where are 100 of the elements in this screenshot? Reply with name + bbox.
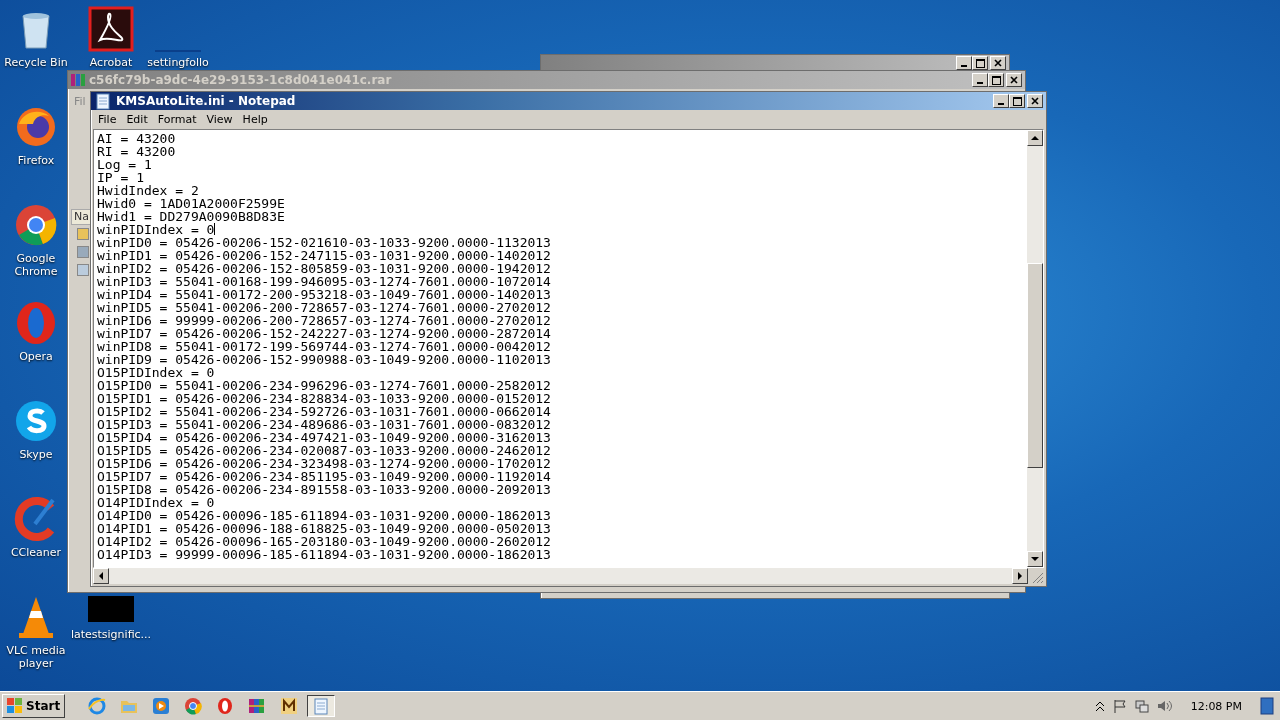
speaker-icon[interactable] <box>1156 699 1173 713</box>
menu-item[interactable]: Help <box>237 113 273 126</box>
menu-item[interactable]: Edit <box>121 113 153 126</box>
scroll-thumb[interactable] <box>1027 263 1043 468</box>
text-line: O15PID2 = 55041-00206-234-592726-03-1031-7601.0000-0662014 <box>97 405 552 418</box>
text-line: O14PID3 = 99999-00096-185-611894-03-1031-9200.0000-1862013 <box>97 548 552 561</box>
right-arrow-icon <box>1016 572 1024 580</box>
books-icon <box>248 697 267 715</box>
text-line: O15PID4 = 05426-00206-234-497421-03-1049-9200.0000-3162013 <box>97 431 552 444</box>
close-button[interactable] <box>990 56 1006 70</box>
left-arrow-icon <box>97 572 105 580</box>
text-line: winPID9 = 05426-00206-152-990988-03-1049-9200.0000-1102013 <box>97 353 552 366</box>
desktop-icon-label[interactable]: VLC media player <box>3 644 69 670</box>
text-line: winPID4 = 55041-00172-200-953218-03-1049-7601.0000-1402013 <box>97 288 552 301</box>
text-line: winPIDIndex = 0 <box>97 223 217 236</box>
close-icon <box>1031 97 1039 105</box>
chrome-icon <box>13 202 59 248</box>
desktop-icon-label[interactable]: Google Chrome <box>3 252 69 278</box>
media-player-icon <box>152 697 171 715</box>
desktop-icon-label[interactable]: CCleaner <box>10 546 62 559</box>
scroll-left-button[interactable] <box>93 568 109 584</box>
desktop-icon-label[interactable]: Acrobat <box>89 56 133 69</box>
maximize-icon <box>1012 96 1022 106</box>
desktop-icon-label[interactable]: Firefox <box>17 154 55 167</box>
minimize-button[interactable] <box>972 73 988 87</box>
text-line: IP = 1 <box>97 171 145 184</box>
text-line: O14PID1 = 05426-00096-188-618825-03-1049-9200.0000-0502013 <box>97 522 552 535</box>
ie-icon <box>88 697 107 715</box>
minimize-icon <box>998 102 1004 105</box>
books-icon <box>71 73 85 87</box>
menu-item[interactable]: View <box>201 113 238 126</box>
text-line: Log = 1 <box>97 158 153 171</box>
text-line: O15PID6 = 05426-00206-234-323498-03-1274-9200.0000-1702012 <box>97 457 552 470</box>
text-line: winPID2 = 05426-00206-152-805859-03-1031-9200.0000-1942012 <box>97 262 552 275</box>
text-line: winPID5 = 55041-00206-200-728657-03-1274-7601.0000-2702012 <box>97 301 552 314</box>
window-title: c56fc79b-a9dc-4e29-9153-1c8d041e041c.rar <box>89 73 393 87</box>
minimize-icon <box>961 64 967 67</box>
text-line: O15PID5 = 05426-00206-234-020087-03-1033-9200.0000-2462012 <box>97 444 552 457</box>
down-arrow-icon <box>1031 555 1039 563</box>
scroll-down-button[interactable] <box>1027 551 1043 567</box>
text-line: winPID6 = 99999-00206-200-728657-03-1274-7601.0000-2702012 <box>97 314 552 327</box>
text-line: RI = 43200 <box>97 145 177 158</box>
chevron-up-icon[interactable] <box>1094 700 1105 712</box>
text-line: O15PID3 = 55041-00206-234-489686-03-1031-7601.0000-0832012 <box>97 418 552 431</box>
text-line: winPID0 = 05426-00206-152-021610-03-1033-9200.0000-1132013 <box>97 236 552 249</box>
opera-icon <box>216 697 235 715</box>
minimize-button[interactable] <box>956 56 972 70</box>
window-title: KMSAutoLite.ini - Notepad <box>116 94 297 108</box>
close-button[interactable] <box>1006 73 1022 87</box>
notepad-icon <box>94 92 112 110</box>
text-line: winPID3 = 55041-00168-199-946095-03-1274-7601.0000-1072014 <box>97 275 552 288</box>
minimize-icon <box>977 81 983 84</box>
close-icon <box>994 59 1002 67</box>
maximize-icon <box>991 75 1001 85</box>
text-line: O15PID0 = 55041-00206-234-996296-03-1274-7601.0000-2582012 <box>97 379 552 392</box>
folder-icon <box>77 228 89 240</box>
text-line: winPID8 = 55041-00172-199-569744-03-1274-7601.0000-0042012 <box>97 340 552 353</box>
skype-icon <box>13 398 59 444</box>
scroll-right-button[interactable] <box>1012 568 1028 584</box>
flag-icon[interactable] <box>1112 699 1127 713</box>
clock[interactable]: 12:08 PM <box>1190 699 1242 713</box>
menu-item[interactable]: Format <box>152 113 202 126</box>
text-line: O14PID0 = 05426-00096-185-611894-03-1031-9200.0000-1862013 <box>97 509 552 522</box>
column-header[interactable]: Na <box>71 209 93 225</box>
file-icon <box>77 264 89 276</box>
start-button[interactable]: Start <box>2 694 66 718</box>
chrome-icon <box>184 697 203 715</box>
maximize-button[interactable] <box>988 73 1004 87</box>
resize-grip[interactable] <box>1028 568 1044 584</box>
maximize-button[interactable] <box>1009 94 1025 108</box>
text-line: O14PID2 = 05426-00096-165-203180-03-1049-9200.0000-2602012 <box>97 535 552 548</box>
maximize-button[interactable] <box>972 56 988 70</box>
text-line: O14PIDIndex = 0 <box>97 496 216 509</box>
text-line: O15PID1 = 05426-00206-234-828834-03-1033-9200.0000-0152012 <box>97 392 552 405</box>
show-desktop-icon[interactable] <box>1260 696 1274 716</box>
text-line: O15PID8 = 05426-00206-234-891558-03-1033-9200.0000-2092013 <box>97 483 552 496</box>
maximize-icon <box>975 58 985 68</box>
desktop-icon-label[interactable]: Recycle Bin <box>4 56 68 69</box>
desktop-icon-label[interactable]: latestsignific... <box>70 628 152 641</box>
text-line: HwidIndex = 2 <box>97 184 200 197</box>
file-icon <box>77 246 89 258</box>
scroll-up-button[interactable] <box>1027 130 1043 146</box>
close-button[interactable] <box>1027 94 1043 108</box>
desktop-icon-label[interactable]: Opera <box>19 350 53 363</box>
network-icon[interactable] <box>1134 699 1149 713</box>
text-line: winPID1 = 05426-00206-152-247115-03-1031-9200.0000-1402012 <box>97 249 552 262</box>
menu-item[interactable]: File <box>93 113 122 126</box>
windows-logo-icon <box>7 698 23 714</box>
thumbnail-icon <box>88 594 134 624</box>
desktop-icon-label[interactable]: settingfollo <box>147 56 209 69</box>
text-line: AI = 43200 <box>97 132 177 145</box>
kms-icon <box>280 697 299 715</box>
notepad-icon <box>312 697 331 715</box>
up-arrow-icon <box>1031 134 1039 142</box>
text-line: winPID7 = 05426-00206-152-242227-03-1274-9200.0000-2872014 <box>97 327 552 340</box>
text-line: Hwid1 = DD279A0090B8D83E <box>97 210 286 223</box>
minimize-button[interactable] <box>993 94 1009 108</box>
taskbar-button[interactable] <box>307 695 336 717</box>
text-line: Hwid0 = 1AD01A2000F2599E <box>97 197 286 210</box>
desktop-icon-label[interactable]: Skype <box>19 448 53 461</box>
